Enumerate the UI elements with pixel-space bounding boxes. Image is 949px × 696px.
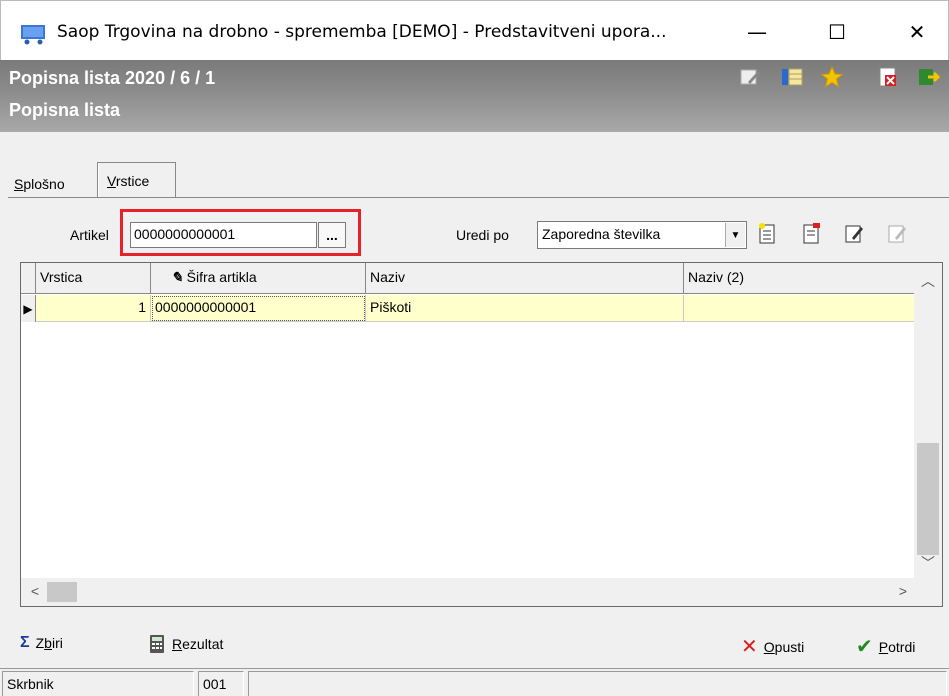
edit-note-icon[interactable] xyxy=(738,66,762,88)
sigma-icon: Σ xyxy=(20,634,30,651)
opusti-label: Opusti xyxy=(763,638,805,655)
document-subtitle: Popisna lista xyxy=(9,100,121,120)
grid-header: Vrstica ✎ Šifra artikla Naziv Naziv (2) xyxy=(21,263,916,294)
status-bar: Skrbnik 001 xyxy=(0,668,949,696)
zbiri-label: Zbiri xyxy=(35,635,63,651)
vertical-scrollbar[interactable]: ︿ ﹀ xyxy=(914,263,942,580)
uredi-po-label: Uredi po xyxy=(456,227,509,243)
new-doc-icon[interactable] xyxy=(756,222,778,246)
disabled-edit-icon xyxy=(888,225,906,243)
column-header-naziv[interactable]: Naziv xyxy=(366,263,684,294)
cancel-x-icon: ✕ xyxy=(741,636,758,658)
zbiri-button[interactable]: Σ Zbiri xyxy=(20,634,63,652)
scroll-down-icon[interactable]: ﹀ xyxy=(914,553,942,573)
columns-icon[interactable] xyxy=(780,66,804,88)
pencil-icon: ✎ xyxy=(171,269,183,285)
cell-sifra[interactable]: 0000000000001 xyxy=(151,295,366,322)
close-doc-icon[interactable] xyxy=(876,66,900,88)
exit-icon[interactable] xyxy=(916,66,940,88)
potrdi-button[interactable]: ✔ Potrdi xyxy=(856,634,915,659)
horizontal-scroll-thumb[interactable] xyxy=(47,582,77,602)
maximize-button[interactable]: ☐ xyxy=(819,17,855,47)
form-header: Popisna lista 2020 / 6 / 1 Popisna lista xyxy=(0,60,949,132)
data-grid[interactable]: Vrstica ✎ Šifra artikla Naziv Naziv (2) … xyxy=(20,262,943,607)
highlight-box xyxy=(120,209,361,256)
row-header-corner xyxy=(21,263,36,294)
status-user: Skrbnik xyxy=(2,671,194,696)
tab-vrstice-hotkey: V xyxy=(107,173,116,189)
scroll-corner xyxy=(914,578,942,606)
potrdi-label: Potrdi xyxy=(878,638,916,655)
tab-vrstice-label: rstice xyxy=(115,173,150,189)
status-code: 001 xyxy=(198,671,244,696)
checkmark-icon: ✔ xyxy=(856,636,873,658)
tab-vrstice[interactable]: Vrstice xyxy=(97,162,176,198)
chevron-down-icon[interactable]: ▼ xyxy=(725,223,745,247)
tab-splosno[interactable]: Splošno xyxy=(14,176,65,192)
title-bar: Saop Trgovina na drobno - sprememba [DEM… xyxy=(0,0,949,60)
opusti-button[interactable]: ✕ Opusti xyxy=(741,634,804,659)
cell-naziv2[interactable] xyxy=(684,295,916,322)
rezultat-label: Rezultat xyxy=(172,636,224,652)
calculator-icon xyxy=(150,635,164,653)
scroll-up-icon[interactable]: ︿ xyxy=(914,271,942,291)
tab-splosno-label: plošno xyxy=(23,176,65,192)
window-title: Saop Trgovina na drobno - sprememba [DEM… xyxy=(57,22,667,42)
column-header-sifra-label: Šifra artikla xyxy=(186,269,257,285)
column-header-naziv2[interactable]: Naziv (2) xyxy=(684,263,916,294)
column-header-vrstica[interactable]: Vrstica xyxy=(36,263,151,294)
current-row-arrow-icon: ▶ xyxy=(21,295,36,322)
uredi-po-select[interactable]: Zaporedna številka ▼ xyxy=(537,221,747,249)
uredi-po-value: Zaporedna številka xyxy=(542,226,661,242)
cell-naziv[interactable]: Piškoti xyxy=(366,295,684,322)
document-title: Popisna lista 2020 / 6 / 1 xyxy=(9,68,216,88)
minimize-button[interactable]: — xyxy=(739,17,775,47)
cell-vrstica[interactable]: 1 xyxy=(36,295,151,322)
edit-doc-icon[interactable] xyxy=(843,222,865,246)
artikel-label: Artikel xyxy=(70,227,109,243)
vertical-scroll-thumb[interactable] xyxy=(917,443,939,555)
scroll-left-icon[interactable]: < xyxy=(21,583,49,599)
delete-doc-icon[interactable] xyxy=(800,222,822,246)
scroll-right-icon[interactable]: > xyxy=(889,583,917,599)
table-row[interactable]: ▶ 1 0000000000001 Piškoti xyxy=(21,295,916,322)
tab-splosno-hotkey: S xyxy=(14,176,24,192)
status-message xyxy=(248,671,947,696)
close-button[interactable]: ✕ xyxy=(899,17,935,47)
star-icon[interactable] xyxy=(820,66,844,88)
horizontal-scrollbar[interactable]: < > xyxy=(21,578,916,606)
rezultat-button[interactable]: Rezultat xyxy=(148,634,223,654)
shopping-cart-icon xyxy=(21,25,45,45)
column-header-sifra[interactable]: ✎ Šifra artikla xyxy=(151,263,366,294)
